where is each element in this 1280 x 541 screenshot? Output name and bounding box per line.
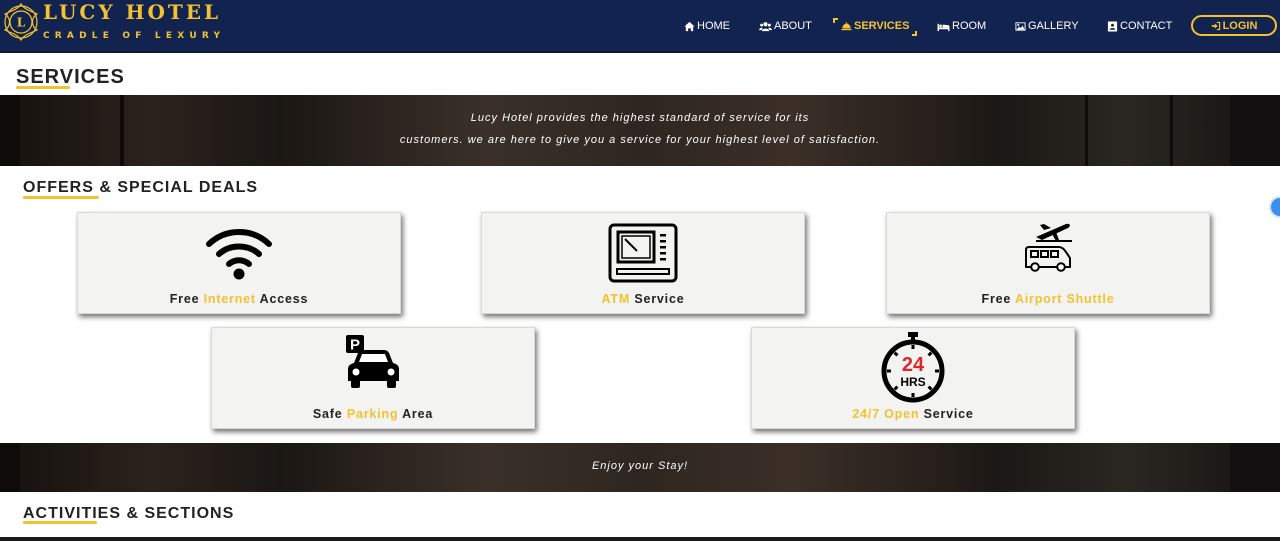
top-navbar: L LUCY HOTEL CRADLE OF LEXURY HOME ABOUT… [0,0,1280,53]
login-label: LOGIN [1222,19,1258,32]
intro-banner: Lucy Hotel provides the highest standard… [0,95,1280,166]
hotel-logo-emblem-icon[interactable]: L [2,1,40,43]
bed-icon [937,23,950,31]
banner-decoration [1085,95,1088,166]
nav-about-label: ABOUT [774,20,812,32]
wifi-icon [206,229,272,280]
service-caption: Safe Parking Area [312,407,434,421]
nav-room-label: ROOM [952,20,987,32]
service-card-airport-shuttle[interactable]: Free Airport Shuttle [886,212,1210,314]
home-icon [684,21,695,31]
logo-letter: L [17,16,26,30]
service-caption: Free Airport Shuttle [981,292,1115,306]
service-caption: Free Internet Access [169,292,309,306]
service-caption: 24/7 Open Service [852,407,974,421]
active-bracket-bottom-right [912,31,918,36]
stay-text: Enjoy your Stay! [591,460,689,472]
banner-decoration [0,95,20,166]
banner-decoration [1170,95,1173,166]
service-caption: ATM Service [601,292,685,306]
service-card-parking[interactable]: P Safe Parking Area [211,327,535,429]
brand-name[interactable]: LUCY HOTEL [43,0,221,24]
floating-chat-button[interactable] [1269,196,1280,218]
airport-shuttle-icon [1025,223,1072,272]
nav-contact-label: CONTACT [1120,20,1173,32]
svg-text:P: P [350,337,360,354]
offers-title-underline [23,196,99,199]
users-icon [759,21,772,31]
banner-decoration [1230,95,1280,166]
activities-title-underline [23,521,97,524]
nav-contact-link[interactable]: CONTACT [1107,18,1172,34]
intro-text-line-1: Lucy Hotel provides the highest standard… [470,112,810,124]
banner-decoration [120,95,124,166]
24-hours-icon: 24 HRS [881,332,945,403]
login-button[interactable]: LOGIN [1191,15,1277,36]
next-section-edge [0,537,1280,541]
offers-section-title: OFFERS & SPECIAL DEALS [23,179,259,196]
login-icon [1211,21,1220,30]
intro-text-line-2: customers. we are here to give you a ser… [399,134,881,146]
brand-tagline: CRADLE OF LEXURY [43,31,226,41]
nav-gallery-link[interactable]: GALLERY [1015,18,1079,34]
bell-icon [841,21,852,30]
clock-hrs-text: HRS [900,375,925,389]
nav-room-link[interactable]: ROOM [937,18,986,34]
nav-services-link[interactable]: SERVICES [833,18,918,36]
nav-home-link[interactable]: HOME [684,18,730,34]
nav-gallery-label: GALLERY [1028,20,1079,32]
service-card-atm[interactable]: ATM Service [481,212,805,314]
atm-icon [608,223,678,283]
nav-about-link[interactable]: ABOUT [759,18,812,34]
stay-banner: Enjoy your Stay! [0,443,1280,492]
image-icon [1015,21,1026,31]
contact-card-icon [1107,20,1118,32]
nav-home-label: HOME [697,20,730,32]
clock-24-text: 24 [902,354,925,376]
page-title-underline [16,86,70,89]
active-bracket-top-left [833,18,838,23]
service-card-internet[interactable]: Free Internet Access [77,212,401,314]
nav-services-label: SERVICES [854,20,910,32]
parking-icon: P [346,335,399,388]
service-card-24-7[interactable]: 24 HRS 24/7 Open Service [751,327,1075,429]
